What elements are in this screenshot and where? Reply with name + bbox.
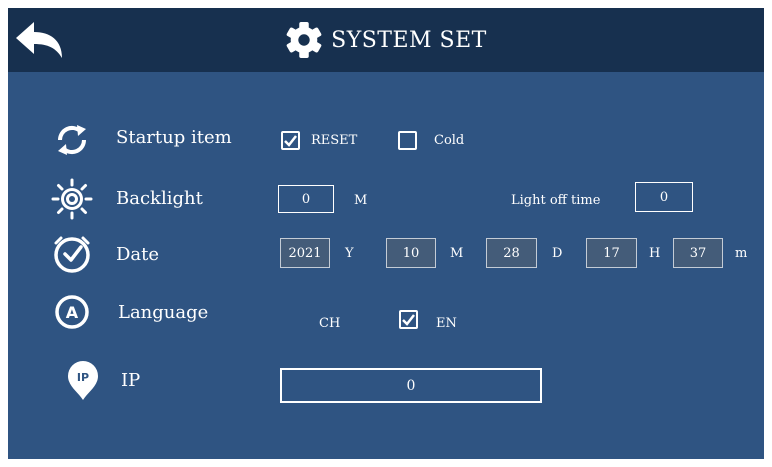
header-bar: SYSTEM SET (8, 8, 764, 72)
day-input[interactable]: 28 (486, 238, 537, 268)
backlight-label: Backlight (116, 188, 203, 209)
month-input[interactable]: 10 (386, 238, 436, 268)
hour-unit: H (649, 246, 661, 261)
en-option-label: EN (436, 316, 457, 331)
backlight-unit: M (354, 193, 368, 208)
clock-icon (54, 236, 90, 273)
hour-input[interactable]: 17 (586, 238, 637, 268)
reset-checkbox[interactable] (281, 131, 300, 150)
reset-option-label: RESET (311, 133, 358, 148)
ip-label: IP (121, 370, 141, 391)
cold-option-label: Cold (434, 133, 465, 148)
page-title: SYSTEM SET (331, 27, 487, 53)
system-set-screen: SYSTEM SET Startup item RESET Cold Backl… (8, 8, 764, 459)
year-unit: Y (345, 246, 354, 261)
ch-option-label[interactable]: CH (319, 316, 340, 331)
title-group: SYSTEM SET (8, 8, 764, 72)
language-icon-letter: A (66, 303, 79, 322)
language-a-icon: A (55, 295, 89, 329)
minute-input[interactable]: 37 (673, 238, 723, 268)
month-unit: M (450, 246, 464, 261)
day-unit: D (552, 246, 563, 261)
restart-icon (57, 125, 87, 155)
brightness-icon (51, 178, 93, 220)
en-checkbox[interactable] (399, 310, 418, 329)
year-input[interactable]: 2021 (280, 238, 330, 268)
checkmark-icon (284, 135, 297, 147)
light-off-time-input[interactable]: 0 (635, 182, 693, 212)
minute-unit: m (735, 246, 748, 261)
light-off-time-label: Light off time (511, 193, 601, 208)
ip-input[interactable]: 0 (280, 368, 542, 403)
startup-item-label: Startup item (116, 127, 232, 148)
ip-icon-text: IP (77, 371, 89, 384)
language-label: Language (118, 302, 209, 323)
date-label: Date (116, 244, 160, 265)
cold-checkbox[interactable] (398, 131, 417, 150)
checkmark-icon (402, 314, 415, 326)
backlight-input[interactable]: 0 (278, 185, 334, 213)
ip-pin-icon: IP (68, 361, 98, 400)
gear-icon (286, 21, 322, 59)
